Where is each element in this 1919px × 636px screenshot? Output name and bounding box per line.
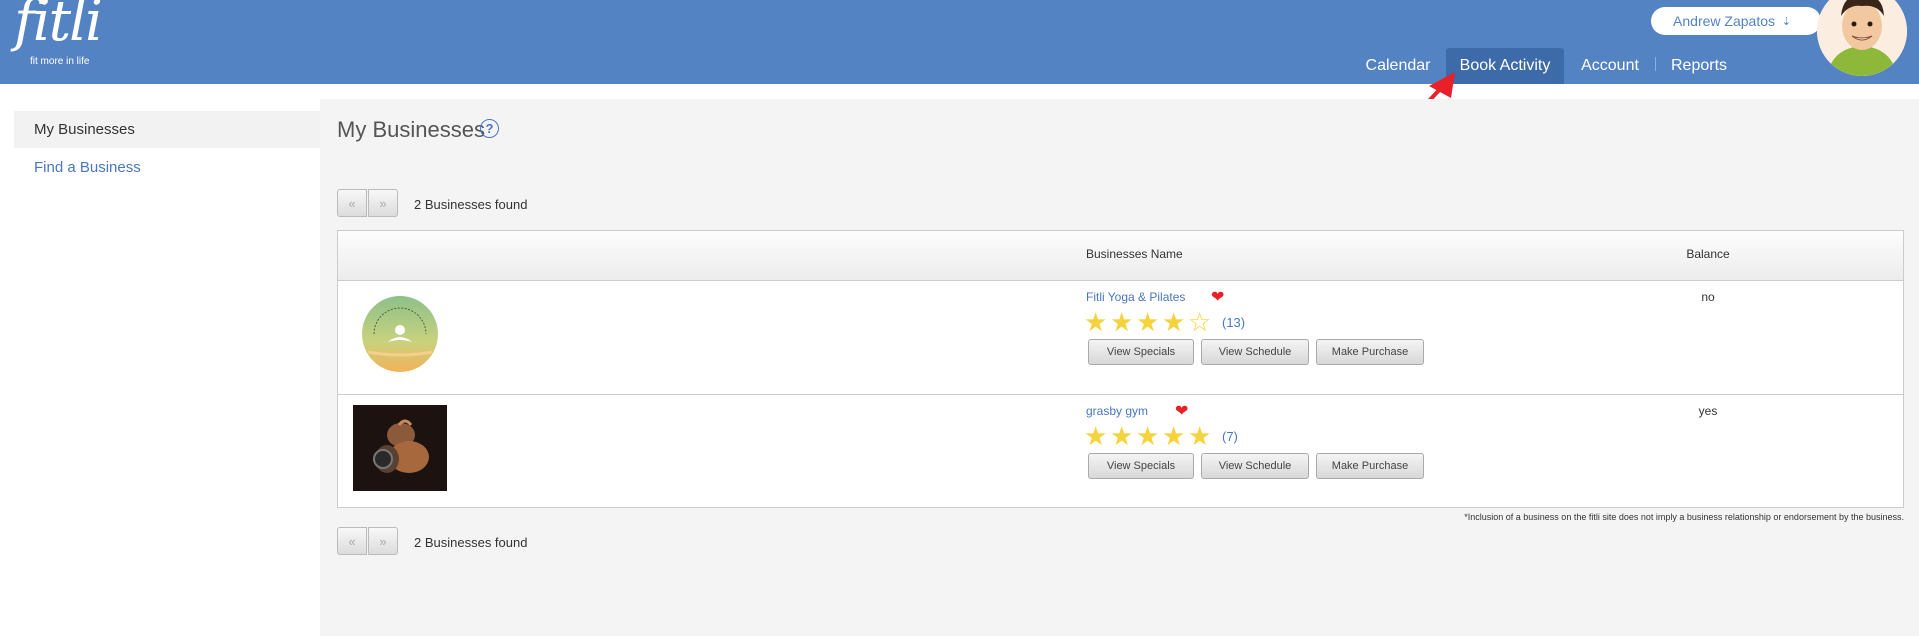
logo-tagline: fit more in life bbox=[30, 56, 90, 67]
star-empty-icon: ☆ bbox=[1188, 307, 1212, 337]
logo-wordmark: fitli bbox=[14, 0, 103, 54]
business-logo[interactable] bbox=[360, 294, 440, 374]
table-row: grasby gym ❤ ★ ★ ★ ★ ★ (7) View Specials Vie… bbox=[338, 394, 1903, 508]
help-icon[interactable]: ? bbox=[480, 119, 499, 138]
user-menu[interactable]: Andrew Zapatos ⇣ bbox=[1651, 7, 1821, 35]
star-filled-icon: ★ bbox=[1110, 421, 1134, 451]
table-row: Fitli Yoga & Pilates ❤ ★ ★ ★ ★ ☆ (13) View S… bbox=[338, 280, 1903, 395]
pager-bottom: « » bbox=[337, 527, 400, 555]
nav-reports[interactable]: Reports bbox=[1664, 48, 1734, 84]
favorite-heart-icon[interactable]: ❤ bbox=[1175, 401, 1188, 421]
star-filled-icon: ★ bbox=[1084, 421, 1108, 451]
make-purchase-button[interactable]: Make Purchase bbox=[1316, 339, 1424, 365]
business-name-link[interactable]: grasby gym bbox=[1086, 404, 1148, 418]
nav-divider bbox=[1655, 57, 1656, 71]
main-panel: My Businesses ? « » 2 Businesses found B… bbox=[320, 99, 1919, 636]
star-filled-icon: ★ bbox=[1110, 307, 1134, 337]
pager-prev-button[interactable]: « bbox=[337, 189, 367, 217]
review-count-link[interactable]: (13) bbox=[1222, 315, 1245, 330]
sidebar-item-find-a-business[interactable]: Find a Business bbox=[14, 149, 320, 186]
avatar-illustration bbox=[1817, 0, 1907, 76]
star-filled-icon: ★ bbox=[1136, 421, 1160, 451]
star-rating: ★ ★ ★ ★ ☆ bbox=[1084, 307, 1214, 337]
gym-logo-image bbox=[353, 405, 447, 491]
business-name-link[interactable]: Fitli Yoga & Pilates bbox=[1086, 290, 1185, 304]
sidebar-item-my-businesses[interactable]: My Businesses bbox=[14, 111, 320, 148]
top-header: fitli fit more in life Andrew Zapatos ⇣ … bbox=[0, 0, 1919, 84]
view-schedule-button[interactable]: View Schedule bbox=[1201, 339, 1309, 365]
star-filled-icon: ★ bbox=[1162, 421, 1186, 451]
star-filled-icon: ★ bbox=[1188, 421, 1212, 451]
pager-next-button[interactable]: » bbox=[368, 527, 398, 555]
review-count-link[interactable]: (7) bbox=[1222, 429, 1238, 444]
view-specials-button[interactable]: View Specials bbox=[1088, 453, 1194, 479]
view-schedule-button[interactable]: View Schedule bbox=[1201, 453, 1309, 479]
pager-next-button[interactable]: » bbox=[368, 189, 398, 217]
avatar[interactable] bbox=[1817, 0, 1907, 76]
pager-top: « » bbox=[337, 189, 400, 217]
favorite-heart-icon[interactable]: ❤ bbox=[1211, 287, 1224, 307]
balance-value: no bbox=[1701, 290, 1715, 304]
user-name: Andrew Zapatos bbox=[1673, 13, 1775, 29]
column-header-balance: Balance bbox=[1686, 247, 1730, 261]
view-specials-button[interactable]: View Specials bbox=[1088, 339, 1194, 365]
yoga-logo-image bbox=[362, 296, 438, 372]
results-count: 2 Businesses found bbox=[414, 535, 528, 550]
page-title: My Businesses bbox=[337, 117, 485, 142]
star-rating: ★ ★ ★ ★ ★ bbox=[1084, 421, 1214, 451]
star-filled-icon: ★ bbox=[1162, 307, 1186, 337]
column-header-business-name: Businesses Name bbox=[1086, 247, 1183, 261]
disclaimer-text: *Inclusion of a business on the fitli si… bbox=[1464, 512, 1904, 522]
balance-value: yes bbox=[1698, 404, 1718, 418]
table-header: Businesses Name Balance bbox=[338, 231, 1903, 281]
businesses-table: Businesses Name Balance Fitli Yoga & Pil… bbox=[337, 230, 1904, 508]
star-filled-icon: ★ bbox=[1136, 307, 1160, 337]
star-filled-icon: ★ bbox=[1084, 307, 1108, 337]
make-purchase-button[interactable]: Make Purchase bbox=[1316, 453, 1424, 479]
nav-account[interactable]: Account bbox=[1572, 48, 1648, 84]
pager-prev-button[interactable]: « bbox=[337, 527, 367, 555]
business-logo[interactable] bbox=[353, 405, 447, 491]
results-count: 2 Businesses found bbox=[414, 197, 528, 212]
double-chevron-down-icon: ⇣ bbox=[1781, 16, 1791, 28]
